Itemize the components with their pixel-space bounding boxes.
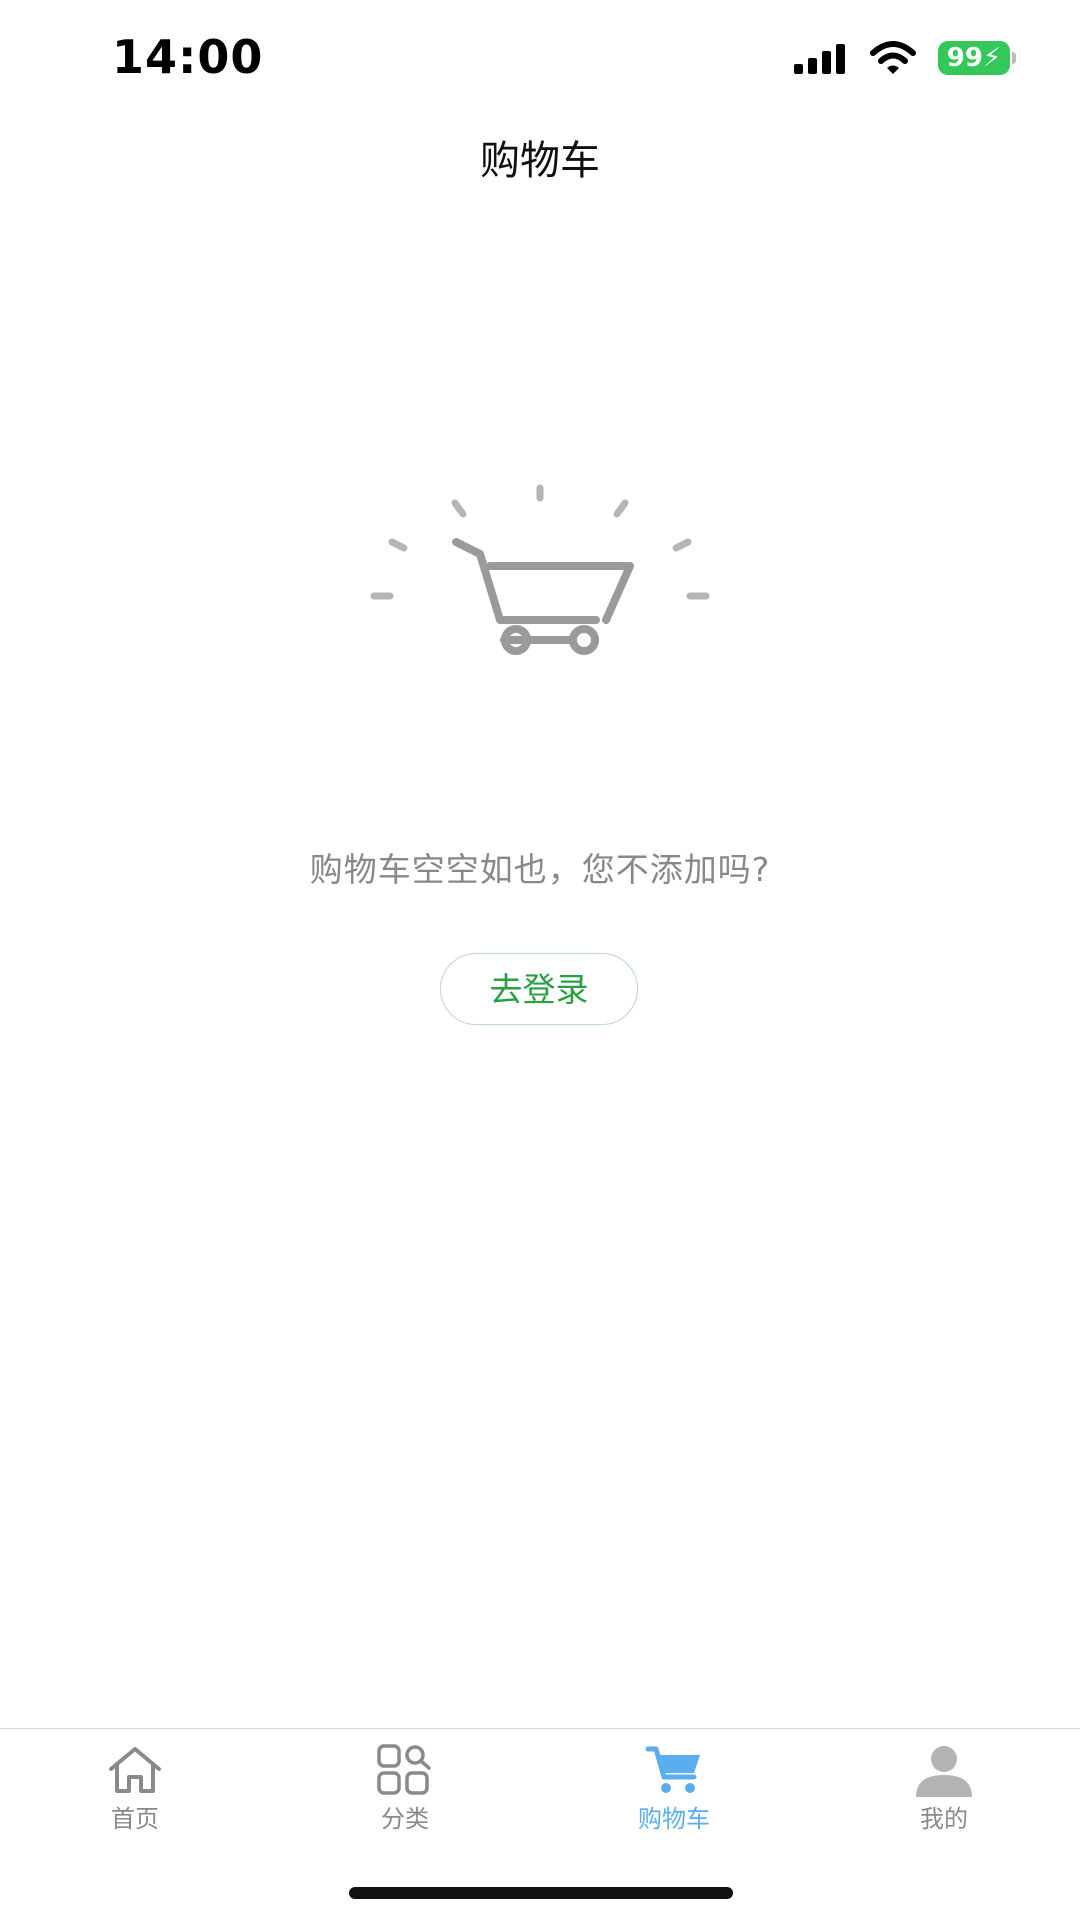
empty-cart-message: 购物车空空如也，您不添加吗? [309,850,771,889]
tab-category-label: 分类 [381,1805,429,1833]
home-icon [109,1747,161,1793]
status-icons: 99⚡ [794,38,1016,78]
tab-cart[interactable]: 购物车 [594,1743,754,1843]
tab-home[interactable]: 首页 [55,1743,215,1843]
status-bar: 14:00 99⚡ [0,0,1080,110]
empty-cart-icon [370,484,710,655]
login-button[interactable]: 去登录 [440,953,638,1025]
cellular-signal-icon [794,44,845,74]
cart-screen: 14:00 99⚡ 购物车 购物车空空如也，您不添加吗? 去登录 首页 分类 购… [0,0,1080,1920]
battery-level: 99 [946,43,983,73]
user-icon [916,1746,972,1797]
tab-mine[interactable]: 我的 [864,1743,1024,1843]
tab-category[interactable]: 分类 [325,1743,485,1843]
battery-charging-icon: 99⚡ [938,41,1016,75]
tab-mine-label: 我的 [920,1805,968,1833]
battery-cap [1012,52,1016,64]
tab-home-label: 首页 [111,1805,159,1833]
page-title: 购物车 [480,138,600,184]
cart-icon [645,1746,700,1793]
home-indicator[interactable] [349,1887,733,1899]
tab-cart-label: 购物车 [638,1805,710,1833]
status-time: 14:00 [112,30,264,84]
wifi-icon [870,41,916,74]
category-icon [377,1744,431,1795]
charging-bolt-icon: ⚡ [982,43,1002,73]
